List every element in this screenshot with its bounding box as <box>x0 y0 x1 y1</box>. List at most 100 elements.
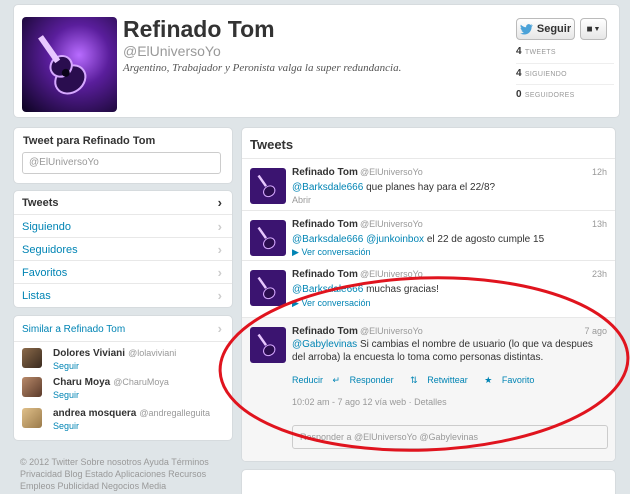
chevron-right-icon: › <box>217 242 222 257</box>
tweet-time[interactable]: 13h <box>592 219 607 229</box>
mention-link[interactable]: @Barksdale666 <box>292 234 363 245</box>
avatar[interactable] <box>22 408 42 428</box>
tweet-text: @Barksdale666 @junkoinbox el 22 de agost… <box>292 234 545 245</box>
tweet-time[interactable]: 7 ago <box>584 326 607 336</box>
avatar[interactable] <box>250 270 286 306</box>
similar-follow-link[interactable]: Seguir <box>53 390 79 400</box>
stat-divider <box>516 84 614 85</box>
avatar[interactable] <box>22 377 42 397</box>
stat-followers-label: SEGUIDORES <box>524 92 575 99</box>
footer-line[interactable]: Privacidad Blog Estado Aplicaciones Recu… <box>20 468 220 480</box>
avatar[interactable] <box>250 327 286 363</box>
chevron-right-icon[interactable]: › <box>218 321 222 336</box>
view-conversation-link[interactable]: ▶ Ver conversación <box>292 247 370 258</box>
stat-followers-value: 0 <box>516 89 522 100</box>
similar-follow-link[interactable]: Seguir <box>53 361 79 371</box>
timeline-title: Tweets <box>250 137 294 152</box>
reply-input[interactable]: Responder a @ElUniversoYo @Gabylevinas <box>292 425 608 449</box>
stat-following-value: 4 <box>516 68 522 79</box>
tweet-to-card: Tweet para Refinado Tom @ElUniversoYo <box>13 127 233 184</box>
mention-link[interactable]: @junkoinbox <box>366 234 424 245</box>
profile-avatar[interactable] <box>22 17 117 112</box>
similar-user-handle: @andregalleguita <box>139 408 211 418</box>
nav-item-label: Siguiendo <box>22 221 71 233</box>
caret-down-icon: ▼ <box>593 25 601 33</box>
chevron-right-icon: › <box>217 288 222 303</box>
tweet-handle: @ElUniversoYo <box>359 269 423 279</box>
nav-item-favorites[interactable]: Favoritos › <box>14 260 232 283</box>
nav-item-label: Seguidores <box>22 244 78 256</box>
tweet-text: @Barksdale666 que planes hay para el 22/… <box>292 182 496 193</box>
nav-item-label: Listas <box>22 290 51 302</box>
star-icon: ★ <box>484 375 493 385</box>
nav-item-following[interactable]: Siguiendo › <box>14 214 232 237</box>
chevron-right-icon: › <box>217 219 222 234</box>
timeline-continuation <box>241 469 616 494</box>
similar-user: andrea mosquera @andregalleguita Seguir <box>22 408 227 434</box>
tweet-author[interactable]: Refinado Tom @ElUniversoYo <box>292 326 423 337</box>
similar-title[interactable]: Similar a Refinado Tom <box>22 324 125 335</box>
twitter-bird-icon <box>520 23 533 34</box>
footer-line[interactable]: © 2012 Twitter Sobre nosotros Ayuda Térm… <box>20 456 220 468</box>
stat-followers[interactable]: 0 SEGUIDORES <box>516 89 575 100</box>
similar-user-handle: @lolaviviani <box>128 348 177 358</box>
profile-handle: @ElUniversoYo <box>123 43 221 59</box>
follow-button[interactable]: Seguir <box>516 18 575 40</box>
open-link[interactable]: Abrir <box>292 195 311 205</box>
profile-header: Refinado Tom @ElUniversoYo Argentino, Tr… <box>13 4 620 118</box>
reply-icon: ↵ <box>332 375 341 385</box>
nav-item-lists[interactable]: Listas › <box>14 283 232 306</box>
tweet-meta[interactable]: 10:02 am - 7 ago 12 vía web · Detalles <box>292 397 447 407</box>
user-icon: ■ <box>586 23 593 35</box>
tweet[interactable]: Refinado Tom @ElUniversoYo 13h @Barksdale… <box>242 210 615 260</box>
mention-link[interactable]: @Barksdale666 <box>292 182 363 193</box>
divider <box>14 341 232 342</box>
similar-user: Dolores Viviani @lolaviviani Seguir <box>22 348 227 374</box>
tweet-expanded[interactable]: Refinado Tom @ElUniversoYo 7 ago @Gabylev… <box>242 317 615 461</box>
mention-link[interactable]: @Gabylevinas <box>292 339 357 350</box>
stat-tweets[interactable]: 4 TWEETS <box>516 46 556 57</box>
stat-following[interactable]: 4 SIGUIENDO <box>516 68 567 79</box>
tweet-actions: Reducir ↵ Responder ⇅ Retwittear ★ Favor… <box>292 375 548 386</box>
favorite-link[interactable]: ★ Favorito <box>484 375 541 385</box>
stat-tweets-label: TWEETS <box>524 49 556 56</box>
profile-bio: Argentino, Trabajador y Peronista valga … <box>123 62 402 74</box>
chevron-right-icon: › <box>217 195 222 210</box>
similar-users-card: Similar a Refinado Tom › Dolores Viviani… <box>13 315 233 441</box>
similar-user-name[interactable]: Dolores Viviani @lolaviviani <box>53 348 176 359</box>
tweet-handle: @ElUniversoYo <box>359 219 423 229</box>
retweet-link[interactable]: ⇅ Retwittear <box>410 375 475 385</box>
profile-nav: Tweets › Siguiendo › Seguidores › Favori… <box>13 190 233 308</box>
tweet-time[interactable]: 23h <box>592 269 607 279</box>
similar-user-name[interactable]: Charu Moya @CharuMoya <box>53 377 169 388</box>
avatar[interactable] <box>250 168 286 204</box>
reply-link[interactable]: ↵ Responder <box>333 375 401 385</box>
conversation-icon: ▶ <box>292 247 299 257</box>
collapse-link[interactable]: Reducir <box>292 375 323 385</box>
nav-item-followers[interactable]: Seguidores › <box>14 237 232 260</box>
view-conversation-link[interactable]: ▶ Ver conversación <box>292 298 370 309</box>
user-actions-button[interactable]: ■ ▼ <box>580 18 607 40</box>
tweet-handle: @ElUniversoYo <box>359 326 423 336</box>
avatar[interactable] <box>250 220 286 256</box>
tweet-author[interactable]: Refinado Tom @ElUniversoYo <box>292 269 423 280</box>
avatar[interactable] <box>22 348 42 368</box>
tweet-to-input[interactable]: @ElUniversoYo <box>22 152 221 174</box>
similar-user-name[interactable]: andrea mosquera @andregalleguita <box>53 408 210 419</box>
tweet-to-title: Tweet para Refinado Tom <box>23 135 156 147</box>
nav-item-tweets[interactable]: Tweets › <box>14 191 232 214</box>
tweet-text: @Barksdale666 muchas gracias! <box>292 284 439 295</box>
tweet-author[interactable]: Refinado Tom @ElUniversoYo <box>292 167 423 178</box>
nav-item-label: Favoritos <box>22 267 68 279</box>
tweet[interactable]: Refinado Tom @ElUniversoYo 12h @Barksdale… <box>242 158 615 210</box>
tweet-time[interactable]: 12h <box>592 167 607 177</box>
similar-user-handle: @CharuMoya <box>113 377 169 387</box>
stat-following-label: SIGUIENDO <box>524 71 567 78</box>
profile-name: Refinado Tom <box>123 16 275 42</box>
tweet-author[interactable]: Refinado Tom @ElUniversoYo <box>292 219 423 230</box>
chevron-right-icon: › <box>217 265 222 280</box>
tweet[interactable]: Refinado Tom @ElUniversoYo 23h @Barksdale… <box>242 260 615 312</box>
similar-follow-link[interactable]: Seguir <box>53 421 79 431</box>
mention-link[interactable]: @Barksdale666 <box>292 284 363 295</box>
footer-line[interactable]: Empleos Publicidad Negocios Media <box>20 480 220 492</box>
